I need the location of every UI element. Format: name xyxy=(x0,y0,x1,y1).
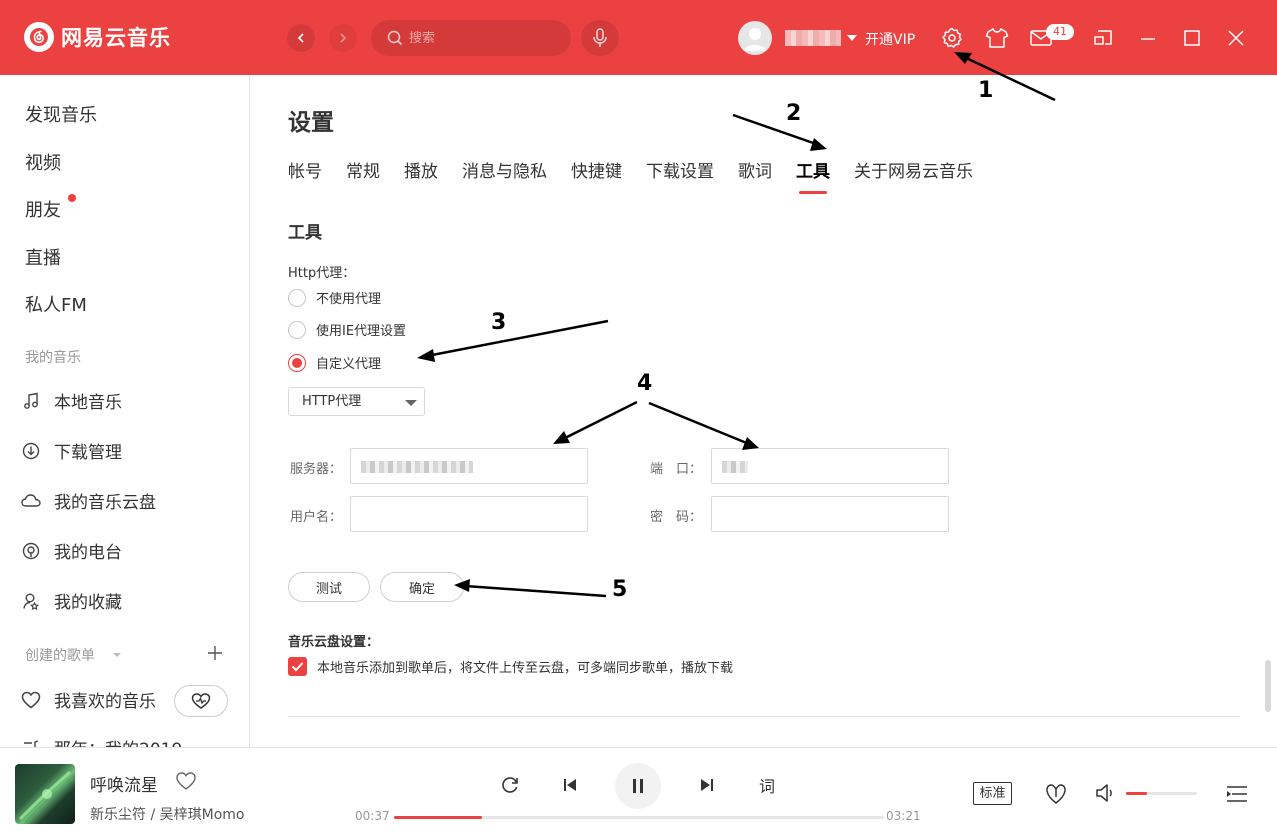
back-button[interactable] xyxy=(287,24,315,52)
sidebar-item-video[interactable]: 视频 xyxy=(25,149,61,175)
notification-dot xyxy=(68,194,76,202)
volume-icon xyxy=(1096,784,1112,802)
maximize-button[interactable] xyxy=(1179,25,1205,51)
heartbeat-mode-button[interactable] xyxy=(174,685,228,717)
sidebar-item-label: 下载管理 xyxy=(54,443,122,463)
caret-down-icon[interactable] xyxy=(112,651,122,659)
queue-list-icon xyxy=(1227,786,1247,802)
sidebar-item-private-fm[interactable]: 私人FM xyxy=(25,291,87,317)
sidebar-item-label: 那年：我的2019 xyxy=(54,735,182,747)
sidebar-item-label: 本地音乐 xyxy=(54,393,122,413)
current-time: 00:37 xyxy=(355,809,390,823)
minimize-button[interactable] xyxy=(1135,25,1161,51)
sidebar-item-my-collection[interactable]: 我的收藏 xyxy=(20,588,122,613)
lyrics-button[interactable]: 词 xyxy=(754,772,780,798)
album-cover[interactable] xyxy=(15,764,75,824)
volume-slider[interactable] xyxy=(1126,792,1197,795)
volume-button[interactable] xyxy=(1093,781,1117,805)
user-avatar[interactable] xyxy=(738,21,772,55)
previous-icon xyxy=(564,779,576,791)
progress-bar[interactable] xyxy=(394,816,884,819)
settings-page: 设置 帐号 常规 播放 消息与隐私 快捷键 下载设置 歌词 工具 关于网易云音乐… xyxy=(251,75,1277,747)
open-vip-link[interactable]: 开通VIP xyxy=(865,29,915,49)
player-bar: 呼唤流星 新乐尘符 / 吴梓琪Momo 词 00:37 03:21 标准 xyxy=(0,747,1277,838)
title-bar: 网易云音乐 开通VIP 41 xyxy=(0,0,1277,102)
annotation-arrow-4b xyxy=(648,401,759,450)
loop-icon xyxy=(502,777,518,793)
album-art-image xyxy=(18,770,74,823)
chevron-left-icon xyxy=(297,33,304,43)
minimize-icon xyxy=(1141,38,1155,40)
search-input[interactable] xyxy=(409,30,559,46)
sidebar-item-live[interactable]: 直播 xyxy=(25,244,61,270)
close-icon xyxy=(1228,30,1244,46)
heart-icon xyxy=(20,689,42,711)
sidebar-item-cloud-disk[interactable]: 我的音乐云盘 xyxy=(20,488,156,513)
my-music-section-title: 我的音乐 xyxy=(25,350,81,366)
music-note-icon xyxy=(20,390,42,412)
sidebar: 发现音乐 视频 朋友 直播 私人FM 我的音乐 本地音乐 下载管理 我的音乐云盘… xyxy=(0,75,250,747)
cloud-icon xyxy=(20,490,42,512)
sidebar-item-local-music[interactable]: 本地音乐 xyxy=(20,388,122,413)
default-user-icon xyxy=(744,28,766,51)
radio-icon xyxy=(20,540,42,562)
sidebar-item-label: 我的电台 xyxy=(54,543,122,563)
playlist-queue-button[interactable] xyxy=(1224,781,1250,807)
app-name: 网易云音乐 xyxy=(61,26,171,50)
forward-button[interactable] xyxy=(329,24,357,52)
add-playlist-button[interactable] xyxy=(205,643,225,663)
caret-down-icon[interactable] xyxy=(847,35,857,41)
sidebar-item-liked-music[interactable]: 我喜欢的音乐 xyxy=(20,687,156,712)
maximize-icon xyxy=(1184,30,1200,46)
previous-track-button[interactable] xyxy=(558,773,582,797)
search-box[interactable] xyxy=(371,20,571,56)
created-playlists-title[interactable]: 创建的歌单 xyxy=(25,645,95,665)
annotation-arrow-4a xyxy=(553,400,638,444)
close-button[interactable] xyxy=(1223,25,1249,51)
song-title[interactable]: 呼唤流星 xyxy=(90,771,158,796)
sidebar-item-downloads[interactable]: 下载管理 xyxy=(20,438,122,463)
heartbeat-icon xyxy=(191,693,211,709)
like-button[interactable] xyxy=(175,771,197,795)
playlist-icon xyxy=(20,737,42,747)
total-time: 03:21 xyxy=(886,809,921,823)
heart-icon xyxy=(176,772,196,790)
collection-icon xyxy=(20,590,42,612)
sidebar-item-discover[interactable]: 发现音乐 xyxy=(25,101,97,127)
voice-search-button[interactable] xyxy=(581,20,619,56)
progress-fill xyxy=(394,816,483,819)
song-artist[interactable]: 新乐尘符 / 吴梓琪Momo xyxy=(90,804,244,824)
search-icon xyxy=(387,30,403,46)
sidebar-item-playlist-2019[interactable]: 那年：我的2019 xyxy=(20,735,182,747)
annotation-arrow-3 xyxy=(417,319,609,362)
sidebar-item-friends[interactable]: 朋友 xyxy=(25,196,61,222)
next-icon xyxy=(701,779,713,791)
sound-effect-icon xyxy=(1046,784,1066,804)
play-mode-button[interactable] xyxy=(498,773,522,797)
sidebar-item-label: 我的收藏 xyxy=(54,593,122,613)
sidebar-item-label: 我的音乐云盘 xyxy=(54,493,156,513)
annotation-arrow-5 xyxy=(454,579,607,598)
username-blurred[interactable] xyxy=(785,30,841,46)
mini-mode-icon xyxy=(1094,30,1112,45)
sidebar-item-label: 我喜欢的音乐 xyxy=(54,692,156,712)
microphone-icon xyxy=(593,28,607,47)
mail-count-badge: 41 xyxy=(1046,24,1074,40)
download-icon xyxy=(20,440,42,462)
chevron-right-icon xyxy=(340,33,347,43)
sidebar-item-my-radio[interactable]: 我的电台 xyxy=(20,538,122,563)
netease-music-logo-icon xyxy=(24,22,54,52)
app-logo[interactable]: 网易云音乐 xyxy=(24,22,171,52)
annotation-arrow-2 xyxy=(732,113,827,151)
sound-effect-button[interactable] xyxy=(1043,781,1069,807)
mini-mode-button[interactable] xyxy=(1090,25,1116,51)
pause-icon xyxy=(633,779,643,793)
annotation-label-1: 1 xyxy=(978,78,994,103)
play-pause-button[interactable] xyxy=(615,763,661,809)
volume-fill xyxy=(1126,792,1148,795)
next-track-button[interactable] xyxy=(695,773,719,797)
quality-button[interactable]: 标准 xyxy=(973,782,1012,805)
annotation-arrows xyxy=(417,113,827,598)
